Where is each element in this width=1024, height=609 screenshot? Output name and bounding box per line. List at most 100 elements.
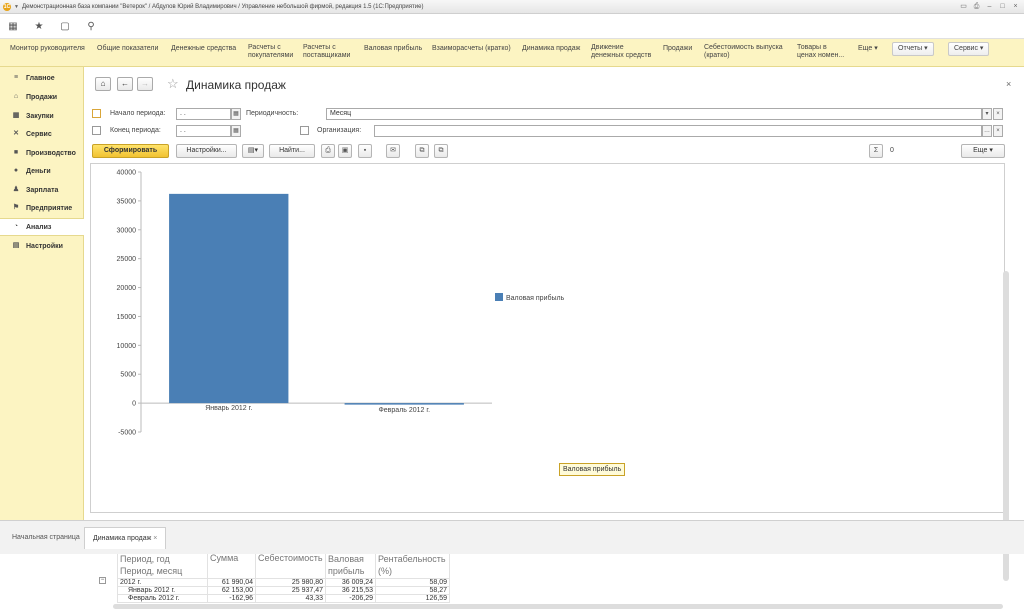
organization-clear-button[interactable]: × xyxy=(993,125,1003,137)
home-button[interactable]: ⌂ xyxy=(95,77,111,91)
clear-x-icon: × xyxy=(996,128,1000,134)
sum-button[interactable]: Σ xyxy=(869,144,883,158)
more-actions-button[interactable]: Еще ▾ xyxy=(961,144,1005,158)
apps-grid-icon[interactable]: ▦ xyxy=(6,20,20,34)
back-button[interactable]: ← xyxy=(117,77,133,91)
print-button[interactable]: ⎙ xyxy=(321,144,335,158)
tab-sales-dynamics[interactable]: Динамика продаж × xyxy=(84,527,167,549)
settings-button[interactable]: Настройки... xyxy=(176,144,237,158)
save-icon[interactable]: ▭ xyxy=(959,2,968,11)
section-cash[interactable]: Денежные средства xyxy=(171,45,236,53)
window-controls: ▭ ⎙ – □ × xyxy=(959,2,1020,11)
y-tick-label: 0 xyxy=(132,401,136,408)
period-end-checkbox[interactable] xyxy=(92,126,101,135)
sidebar-item-label: Сервис xyxy=(26,130,52,138)
period-start-calendar-button[interactable]: ▦ xyxy=(231,108,241,120)
clear-x-icon: × xyxy=(996,111,1000,117)
forward-button[interactable]: → xyxy=(137,77,153,91)
section-gross-profit[interactable]: Валовая прибыль xyxy=(364,45,422,53)
top-toolbar: ▦ ★ ▢ ⚲ xyxy=(0,15,1024,39)
favorite-star-icon[interactable]: ☆ xyxy=(167,76,179,92)
save-report-button[interactable]: ▪ xyxy=(358,144,372,158)
y-tick-label: -5000 xyxy=(118,430,136,437)
horizontal-scrollbar[interactable] xyxy=(113,604,1003,609)
sidebar-item-label: Зарплата xyxy=(26,186,59,194)
sidebar-item-enterprise[interactable]: ⚑ Предприятие xyxy=(0,199,84,217)
sidebar-item-main[interactable]: ≡ Главное xyxy=(0,69,84,87)
close-window-button[interactable]: × xyxy=(1011,2,1020,11)
sidebar-item-analysis[interactable]: ◔ Анализ xyxy=(0,218,84,236)
section-customer-settlements[interactable]: Расчеты с покупателями xyxy=(248,44,293,60)
copy-button[interactable]: ⧉ xyxy=(415,144,429,158)
paste-button[interactable]: ⧉ xyxy=(434,144,448,158)
table-header-row: Период, год Период, месяц Сумма Себестоим… xyxy=(117,551,450,579)
generate-button[interactable]: Сформировать xyxy=(92,144,169,158)
organization-input[interactable] xyxy=(374,125,982,137)
sidebar: ≡ Главное ⌂ Продажи ▦ Закупки ✕ Сервис ■ Прои… xyxy=(0,67,84,520)
cell-cost: 25 937,47 xyxy=(255,586,326,595)
cell-cost: 25 980,80 xyxy=(255,578,326,587)
flag-icon: ⚑ xyxy=(12,204,20,211)
sidebar-item-salary[interactable]: ♟ Зарплата xyxy=(0,181,84,199)
period-start-input[interactable]: . . xyxy=(176,108,231,120)
y-tick-label: 35000 xyxy=(117,198,137,205)
periodicity-clear-button[interactable]: × xyxy=(993,108,1003,120)
favorites-star-icon[interactable]: ★ xyxy=(32,20,46,34)
sidebar-item-settings[interactable]: ▤ Настройки xyxy=(0,237,84,255)
maximize-button[interactable]: □ xyxy=(998,2,1007,11)
organization-dropdown-button[interactable]: … xyxy=(982,125,992,137)
settings-icon: ▤ xyxy=(12,242,20,249)
tab-home-page[interactable]: Начальная страница xyxy=(4,527,88,549)
section-sales[interactable]: Продажи xyxy=(663,45,692,53)
periodicity-dropdown-button[interactable]: ▾ xyxy=(982,108,992,120)
print-icon[interactable]: ⎙ xyxy=(972,2,981,11)
table-row[interactable]: Февраль 2012 г. -162,96 43,33 -206,29 12… xyxy=(117,594,450,603)
legend-swatch xyxy=(495,293,503,301)
organization-checkbox[interactable] xyxy=(300,126,309,135)
sidebar-item-label: Продажи xyxy=(26,93,58,101)
section-more-button[interactable]: Еще ▾ xyxy=(858,45,878,53)
history-icon[interactable]: ▢ xyxy=(58,20,72,34)
section-monitor[interactable]: Монитор руководителя xyxy=(10,45,85,53)
section-general-indicators[interactable]: Общие показатели xyxy=(97,45,158,53)
sigma-icon: Σ xyxy=(873,147,879,154)
calendar-icon: ▦ xyxy=(233,111,239,117)
periodicity-select[interactable]: Месяц xyxy=(326,108,982,120)
sidebar-item-label: Настройки xyxy=(26,242,63,250)
table-row[interactable]: 2012 г. 61 990,04 25 980,80 36 009,24 58… xyxy=(117,578,450,587)
cell-profit: 36 009,24 xyxy=(325,578,376,587)
preview-button[interactable]: ▣ xyxy=(338,144,352,158)
section-production-cost[interactable]: Себестоимость выпуска (кратко) xyxy=(704,44,786,60)
close-tab-icon[interactable]: × xyxy=(153,535,157,542)
minimize-button[interactable]: – xyxy=(985,2,994,11)
legend-label: Валовая прибыль xyxy=(506,294,565,302)
mail-button[interactable]: ✉ xyxy=(386,144,400,158)
close-icon[interactable]: × xyxy=(1006,79,1011,89)
sidebar-item-service[interactable]: ✕ Сервис xyxy=(0,125,84,143)
section-cash-flow[interactable]: Движение денежных средств xyxy=(591,44,653,60)
section-supplier-settlements[interactable]: Расчеты с поставщиками xyxy=(303,44,350,60)
sidebar-item-production[interactable]: ■ Производство xyxy=(0,144,84,162)
service-button[interactable]: Сервис ▾ xyxy=(948,42,990,56)
section-sales-dynamics[interactable]: Динамика продаж xyxy=(522,45,580,53)
app-menu-dropdown-icon[interactable]: ▼ xyxy=(14,4,19,10)
period-end-input[interactable]: . . xyxy=(176,125,231,137)
search-icon[interactable]: ⚲ xyxy=(84,20,98,34)
x-category-label: Январь 2012 г. xyxy=(205,405,252,412)
reports-button[interactable]: Отчеты ▾ xyxy=(892,42,934,56)
table-row[interactable]: Январь 2012 г. 62 153,00 25 937,47 36 21… xyxy=(117,586,450,595)
chart-bar xyxy=(169,193,289,404)
variant-dropdown-button[interactable]: ▤▾ xyxy=(242,144,264,158)
period-start-checkbox[interactable] xyxy=(92,109,101,118)
section-mutual-settlements[interactable]: Взаиморасчеты (кратко) xyxy=(432,45,511,53)
sidebar-item-sales[interactable]: ⌂ Продажи xyxy=(0,88,84,106)
sidebar-item-money[interactable]: ● Деньги xyxy=(0,162,84,180)
period-end-calendar-button[interactable]: ▦ xyxy=(231,125,241,137)
cell-period: Февраль 2012 г. xyxy=(117,594,208,603)
sidebar-item-purchases[interactable]: ▦ Закупки xyxy=(0,107,84,125)
tab-sales-dynamics-label: Динамика продаж xyxy=(93,535,152,542)
section-goods-prices[interactable]: Товары в ценах номен... xyxy=(797,44,845,60)
open-windows-bar: Начальная страница Динамика продаж × xyxy=(0,520,1024,554)
find-button[interactable]: Найти... xyxy=(269,144,315,158)
tree-collapse-button[interactable]: − xyxy=(99,577,106,584)
